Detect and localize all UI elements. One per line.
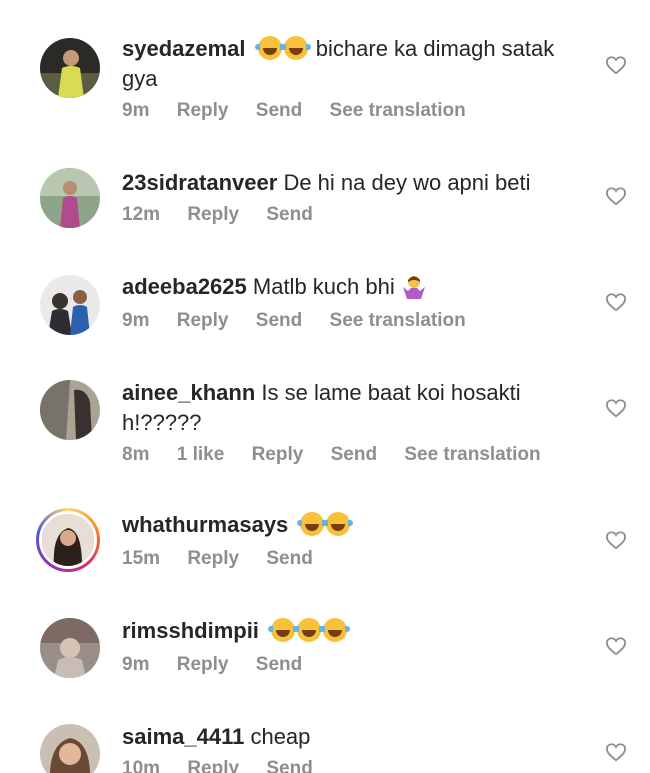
like-count[interactable]: 1 like: [177, 444, 225, 465]
laughing-emoji-icon: [294, 618, 325, 642]
comment-text: De hi na dey wo apni beti: [277, 170, 531, 195]
see-translation-button[interactable]: See translation: [330, 100, 466, 121]
comment-meta: 9m Reply Send See translation: [122, 100, 488, 122]
send-button[interactable]: Send: [256, 654, 302, 675]
send-button[interactable]: Send: [266, 204, 312, 225]
comment-text: cheap: [244, 724, 311, 749]
heart-outline-icon[interactable]: [605, 742, 627, 762]
comment-meta: 10m Reply Send: [122, 758, 335, 773]
comment-username[interactable]: ainee_khann: [122, 380, 255, 405]
avatar[interactable]: [40, 275, 100, 335]
comment-time: 12m: [122, 204, 161, 225]
heart-outline-icon[interactable]: [605, 292, 627, 312]
comment-time: 9m: [122, 310, 150, 331]
reply-button[interactable]: Reply: [187, 758, 239, 773]
avatar[interactable]: [40, 38, 100, 98]
laughing-emoji-icon: [254, 36, 285, 60]
laughing-emoji-icon: [320, 618, 351, 642]
heart-outline-icon[interactable]: [605, 530, 627, 550]
laughing-emoji-icon: [323, 512, 354, 536]
send-button[interactable]: Send: [266, 758, 312, 773]
send-button[interactable]: Send: [256, 310, 302, 331]
comment-time: 8m: [122, 444, 150, 465]
comment-meta: 12m Reply Send: [122, 204, 335, 226]
send-button[interactable]: Send: [331, 444, 377, 465]
avatar[interactable]: [40, 618, 100, 678]
comment-username[interactable]: rimsshdimpii: [122, 618, 259, 643]
heart-outline-icon[interactable]: [605, 398, 627, 418]
reply-button[interactable]: Reply: [187, 204, 239, 225]
comment-time: 9m: [122, 654, 150, 675]
reply-button[interactable]: Reply: [187, 548, 239, 569]
reply-button[interactable]: Reply: [177, 654, 229, 675]
comment-meta: 15m Reply Send: [122, 548, 335, 570]
comment-meta: 8m 1 like Reply Send See translation: [122, 444, 563, 466]
comments-list: syedazemal bichare ka dimagh satak gya 9…: [0, 0, 650, 773]
send-button[interactable]: Send: [266, 548, 312, 569]
heart-outline-icon[interactable]: [605, 636, 627, 656]
avatar-story-ring[interactable]: [36, 508, 100, 572]
see-translation-button[interactable]: See translation: [404, 444, 540, 465]
reply-button[interactable]: Reply: [252, 444, 304, 465]
comment-meta: 9m Reply Send: [122, 654, 324, 676]
heart-outline-icon[interactable]: [605, 55, 627, 75]
person-shrugging-emoji-icon: [402, 276, 425, 299]
comment-username[interactable]: saima_4411: [122, 724, 244, 749]
comment-time: 10m: [122, 758, 161, 773]
comment-username[interactable]: whathurmasays: [122, 512, 288, 537]
laughing-emoji-icon: [280, 36, 311, 60]
laughing-emoji-icon: [268, 618, 299, 642]
avatar[interactable]: [40, 168, 100, 228]
avatar[interactable]: [40, 380, 100, 440]
avatar[interactable]: [40, 724, 100, 773]
send-button[interactable]: Send: [256, 100, 302, 121]
comment-meta: 9m Reply Send See translation: [122, 310, 488, 332]
heart-outline-icon[interactable]: [605, 186, 627, 206]
comment-username[interactable]: 23sidratanveer: [122, 170, 277, 195]
comment-time: 9m: [122, 100, 150, 121]
comment-username[interactable]: adeeba2625: [122, 274, 247, 299]
see-translation-button[interactable]: See translation: [330, 310, 466, 331]
comment-text: Matlb kuch bhi: [246, 274, 395, 299]
comment-username[interactable]: syedazemal: [122, 36, 246, 61]
laughing-emoji-icon: [297, 512, 328, 536]
reply-button[interactable]: Reply: [177, 100, 229, 121]
comment-time: 15m: [122, 548, 161, 569]
reply-button[interactable]: Reply: [177, 310, 229, 331]
